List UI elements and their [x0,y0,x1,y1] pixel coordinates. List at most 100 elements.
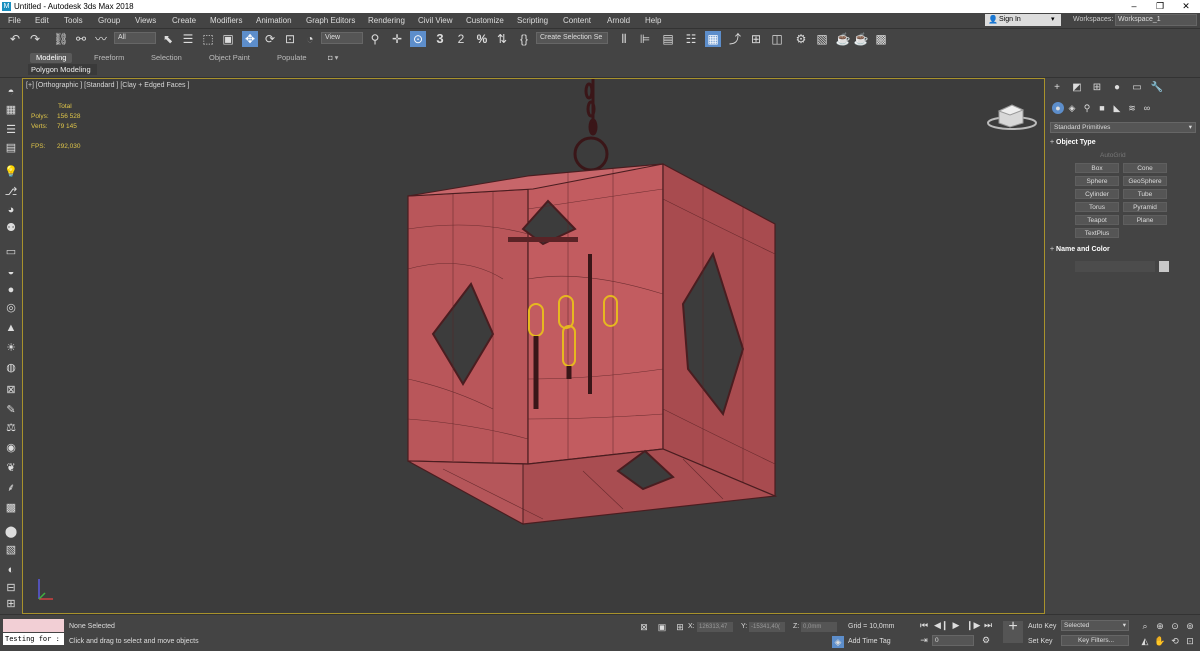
close-button[interactable]: ✕ [1176,1,1196,12]
go-to-end-icon[interactable]: ⏭ [982,619,994,631]
scale-icon[interactable]: ⊡ [282,31,298,47]
select-by-name-icon[interactable]: ☰ [180,31,196,47]
menu-tools[interactable]: Tools [64,16,83,25]
menu-create[interactable]: Create [172,16,196,25]
motion-tab-icon[interactable]: ● [1110,81,1124,95]
unlink-icon[interactable]: ⚯ [73,31,89,47]
schematic-view-icon[interactable]: ⊞ [748,31,764,47]
key-mode-icon[interactable]: ⇥ [918,634,930,646]
color-swatch[interactable] [1159,261,1169,272]
selection-filter-select[interactable]: All [114,32,156,44]
play-icon[interactable]: ▶ [950,619,962,631]
lights-icon[interactable]: ⚲ [1081,102,1093,114]
tab-populate[interactable]: Populate [271,53,313,63]
expand-icon[interactable]: ⊞ [3,596,19,612]
scene-explorer-icon[interactable]: ▤ [660,31,676,47]
field-of-view-icon[interactable]: ◭ [1139,635,1151,647]
zoom-icon[interactable]: ⌕ [1139,620,1151,632]
leaf-icon[interactable]: ❦ [3,460,19,476]
ring-icon[interactable]: ◎ [3,300,19,316]
frame-field[interactable]: 0 [932,635,974,646]
viewcube-icon[interactable] [987,104,1037,130]
geosphere-button[interactable]: GeoSphere [1123,176,1167,186]
tab-modeling[interactable]: Modeling [30,53,73,63]
display-tab-icon[interactable]: ▭ [1130,81,1144,95]
rendered-frame-icon[interactable]: ▧ [814,31,830,47]
menu-civil-view[interactable]: Civil View [418,16,453,25]
rotate-icon[interactable]: ⟳ [262,31,278,47]
box-shape-icon[interactable]: ▭ [3,244,19,260]
menu-file[interactable]: File [8,16,21,25]
material-sphere-icon[interactable]: ⬤ [3,524,19,540]
bind-space-warp-icon[interactable]: 〰 [93,31,109,47]
display-icon[interactable]: ⚉ [3,220,19,236]
object-type-rollout[interactable]: + Object Type [1050,139,1196,150]
systems-icon[interactable]: ∞ [1141,102,1153,114]
sun-icon[interactable]: ☀ [3,340,19,356]
select-object-icon[interactable]: ⬉ [160,31,176,47]
textplus-button[interactable]: TextPlus [1075,228,1119,238]
mirror-icon[interactable]: ⫴ [616,31,632,47]
create-tab-icon[interactable]: + [1050,81,1064,95]
primitives-dropdown[interactable]: Standard Primitives ▾ [1050,122,1196,133]
menu-animation[interactable]: Animation [256,16,292,25]
menu-content[interactable]: Content [563,16,591,25]
plane-button[interactable]: Plane [1123,215,1167,225]
render-icon[interactable]: ▧ [3,542,19,558]
brush-icon[interactable]: ✎ [3,402,19,418]
pan-icon[interactable]: ✋ [1154,635,1166,647]
motion-icon[interactable]: ◕ [3,202,19,218]
go-to-start-icon[interactable]: ⏮ [918,619,930,631]
ribbon-toggle-icon[interactable]: ▦ [705,31,721,47]
helpers-icon[interactable]: ◣ [1111,102,1123,114]
orbit-icon[interactable]: ⟲ [1169,635,1181,647]
name-color-rollout[interactable]: + Name and Color [1050,246,1196,257]
render-setup-icon[interactable]: ⚙ [793,31,809,47]
render-production-icon[interactable]: ☕ [835,31,851,47]
time-config-icon[interactable]: ⚙ [980,634,992,646]
y-coordinate-field[interactable]: -15341,40( [749,622,785,632]
redo-icon[interactable]: ↷ [27,31,43,47]
select-manipulate-icon[interactable]: ✛ [389,31,405,47]
shapes-icon[interactable]: ◈ [1066,102,1078,114]
move-icon[interactable]: ✥ [242,31,258,47]
angle-snap-icon[interactable]: 2 [453,31,469,47]
scene-explorer-icon[interactable]: ▦ [3,102,19,118]
maxscript-input[interactable]: Testing for : [3,633,64,645]
sphere-icon[interactable]: ● [3,282,19,298]
set-key-plus-icon[interactable]: + [1003,619,1023,643]
snap-toggle-icon[interactable]: 3 [432,31,448,47]
name-field[interactable] [1075,261,1155,272]
key-filters-button[interactable]: Key Filters... [1061,635,1129,646]
align-icon[interactable]: ⊫ [637,31,653,47]
menu-customize[interactable]: Customize [466,16,504,25]
menu-group[interactable]: Group [98,16,120,25]
camera-icon[interactable]: ◐ [3,562,19,578]
absolute-mode-icon[interactable]: ⊞ [674,621,686,633]
tab-selection[interactable]: Selection [145,53,188,63]
hierarchy-icon[interactable]: ⎇ [3,184,19,200]
menu-scripting[interactable]: Scripting [517,16,548,25]
menu-edit[interactable]: Edit [35,16,49,25]
viewport-layout-icon[interactable]: ◓ [3,84,19,100]
isolate-icon[interactable]: ▣ [656,621,668,633]
geometry-icon[interactable]: ● [1052,102,1064,114]
maxscript-listener-output[interactable] [3,619,64,632]
maximize-button[interactable]: ❐ [1150,1,1170,12]
hierarchy-tab-icon[interactable]: ⊞ [1090,81,1104,95]
add-time-tag-icon[interactable]: ◈ [832,636,844,648]
reference-coord-select[interactable]: View [321,32,363,44]
next-frame-icon[interactable]: ❙▶ [966,619,980,631]
minimize-button[interactable]: – [1124,1,1144,11]
tab-object-paint[interactable]: Object Paint [203,53,256,63]
a360-icon[interactable]: ▩ [873,31,889,47]
sphere-button[interactable]: Sphere [1075,176,1119,186]
cone-icon[interactable]: ▲ [3,320,19,336]
tab-freeform[interactable]: Freeform [88,53,130,63]
workspace-select[interactable]: Workspace_1 [1115,14,1197,26]
menu-help[interactable]: Help [645,16,661,25]
hair-icon[interactable]: ⸙ [3,480,19,496]
tube-button[interactable]: Tube [1123,189,1167,199]
globe-icon[interactable]: ◉ [3,440,19,456]
grid-icon[interactable]: ⊠ [3,382,19,398]
